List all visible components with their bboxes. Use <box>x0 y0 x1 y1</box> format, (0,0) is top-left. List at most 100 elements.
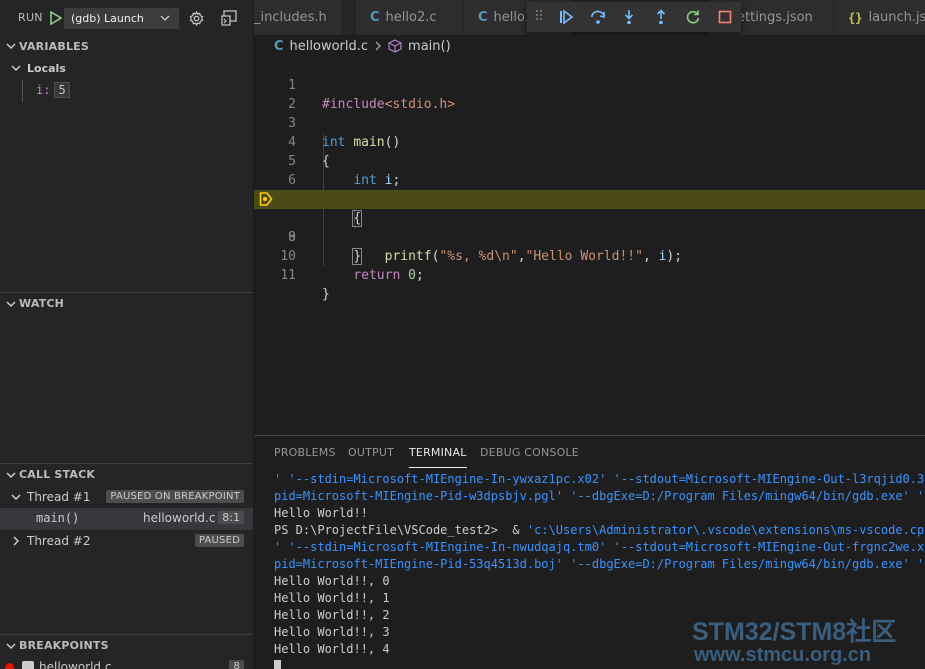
continue-button[interactable] <box>555 7 577 27</box>
breadcrumb-file[interactable]: helloworld.c <box>290 39 369 54</box>
breakpoint-checkbox[interactable] <box>22 661 34 669</box>
call-stack-section-header[interactable]: CALL STACK <box>0 463 253 485</box>
tab-problems[interactable]: PROBLEMS <box>274 446 336 468</box>
terminal-line: Hello World!!, 3 <box>274 625 390 639</box>
terminal-line: Hello World!! <box>274 506 368 520</box>
c-file-icon: C <box>370 10 380 25</box>
debug-toolbar <box>527 2 741 32</box>
breakpoint-line-badge: 8 <box>229 660 244 669</box>
current-execution-line[interactable]: 8 printf("%s, %d\n","Hello World!!", i); <box>254 190 925 264</box>
drag-grip-icon[interactable] <box>535 9 543 23</box>
breakpoints-section-header[interactable]: BREAKPOINTS <box>0 634 253 656</box>
watch-section-header[interactable]: WATCH <box>0 292 253 314</box>
code-line[interactable]: 3 int main() <box>254 95 925 150</box>
variable-name: i: <box>36 83 51 97</box>
tab-label: launch.json <box>868 10 925 25</box>
terminal-line: Hello World!!, 2 <box>274 608 390 622</box>
variables-section-header[interactable]: VARIABLES <box>0 35 253 57</box>
variable-value[interactable]: 5 <box>54 82 70 98</box>
run-toolbar: RUN (gdb) Launch <box>0 0 253 36</box>
code-line[interactable]: 6 for(i=0; i<10; i++) <box>254 152 925 207</box>
terminal-line: Hello World!!, 1 <box>274 591 390 605</box>
chevron-right-icon <box>375 41 381 51</box>
terminal-line: Hello World!!, 4 <box>274 642 390 656</box>
c-file-icon: C <box>478 10 488 25</box>
restart-button[interactable] <box>682 7 704 27</box>
step-out-icon <box>656 9 666 25</box>
call-stack-title: CALL STACK <box>19 468 96 481</box>
c-file-icon: C <box>274 38 284 54</box>
debug-console-icon <box>221 10 237 26</box>
code-line[interactable]: 7 { <box>254 171 925 227</box>
code-line[interactable]: 5 int i; <box>254 133 925 188</box>
tab-output[interactable]: OUTPUT <box>348 446 394 468</box>
scope-label: Locals <box>27 61 66 75</box>
code-line[interactable]: 9 } <box>254 209 925 265</box>
chevron-down-icon <box>11 65 21 72</box>
launch-config-label: (gdb) Launch <box>71 12 144 25</box>
thread-name: Thread #1 <box>27 490 91 504</box>
tab-includes-h[interactable]: _includes.h <box>254 0 342 35</box>
debug-sidebar: RUN (gdb) Launch VARIABLES Locals i: 5 W… <box>0 0 254 669</box>
code-text: return 0; <box>353 268 424 283</box>
code-line[interactable]: 2 <box>254 76 925 112</box>
tab-hello2-c[interactable]: C hello2.c <box>356 0 464 35</box>
thread-name: Thread #2 <box>27 534 91 548</box>
chevron-right-icon <box>13 536 20 546</box>
launch-config-select[interactable]: (gdb) Launch <box>64 8 179 29</box>
tab-label: hello2.c <box>385 10 437 25</box>
step-over-icon <box>591 10 605 24</box>
code-line[interactable]: 10 return 0; <box>254 228 925 283</box>
open-launch-json-button[interactable] <box>186 8 206 28</box>
code-editor[interactable]: 1 #include<stdio.h> 2 3 int main() 4 { 5… <box>254 57 925 435</box>
scope-locals[interactable]: Locals <box>0 57 253 79</box>
watch-title: WATCH <box>19 297 65 310</box>
tab-launch-json[interactable]: {} launch.json <box>834 0 925 35</box>
code-text: } <box>322 287 330 302</box>
terminal-line: PS D:\ProjectFile\VSCode_test2> & 'c:\Us… <box>274 523 925 537</box>
tab-label: _includes.h <box>254 10 327 25</box>
breakpoint-file: helloworld.c <box>39 660 112 669</box>
code-line[interactable]: 1 #include<stdio.h> <box>254 57 925 112</box>
play-icon <box>50 11 62 25</box>
run-label: RUN <box>18 11 43 24</box>
thread-row[interactable]: Thread #1 PAUSED ON BREAKPOINT <box>0 486 253 508</box>
line-number: 11 <box>280 268 296 283</box>
terminal-line: pid=Microsoft-MIEngine-Pid-53q4513d.boj'… <box>274 557 925 571</box>
variables-title: VARIABLES <box>19 39 89 53</box>
method-cube-icon <box>388 39 402 53</box>
variable-row[interactable]: i: 5 <box>0 79 253 101</box>
code-line[interactable]: 11 } <box>254 247 925 302</box>
breakpoint-row[interactable]: helloworld.c 8 <box>0 656 253 669</box>
start-debugging-button[interactable] <box>46 8 66 28</box>
chevron-down-icon <box>6 300 16 307</box>
stack-frame-row[interactable]: main() helloworld.c 8:1 <box>0 508 253 530</box>
thread-row[interactable]: Thread #2 PAUSED <box>0 530 253 552</box>
restart-icon <box>686 10 700 24</box>
chevron-down-icon <box>160 15 170 21</box>
terminal-line: pid=Microsoft-MIEngine-Pid-w3dpsbjv.pgl'… <box>274 489 925 503</box>
breadcrumb-symbol[interactable]: main() <box>408 39 451 54</box>
step-into-icon <box>624 10 634 25</box>
step-into-button[interactable] <box>618 7 640 27</box>
breadcrumb: C helloworld.c main() <box>254 35 925 57</box>
stop-button[interactable] <box>714 7 736 27</box>
thread-status-badge: PAUSED <box>194 534 244 547</box>
thread-status-badge: PAUSED ON BREAKPOINT <box>106 490 244 503</box>
breakpoint-dot-icon <box>5 662 14 669</box>
terminal-line: Hello World!!, 0 <box>274 574 390 588</box>
debug-console-button[interactable] <box>218 7 240 29</box>
stop-icon <box>718 10 732 24</box>
terminal-line: ' '--stdin=Microsoft-MIEngine-In-ywxaz1p… <box>274 472 925 486</box>
step-out-button[interactable] <box>650 7 672 27</box>
code-line[interactable]: 4 { <box>254 114 925 169</box>
step-over-button[interactable] <box>587 7 609 27</box>
tab-label: ettings.json <box>737 10 813 25</box>
terminal-line: ' '--stdin=Microsoft-MIEngine-In-nwudqaj… <box>274 540 925 554</box>
tab-debug-console[interactable]: DEBUG CONSOLE <box>480 446 579 468</box>
tab-terminal[interactable]: TERMINAL <box>409 446 467 468</box>
chevron-down-icon <box>6 471 16 478</box>
frame-file: helloworld.c <box>143 511 216 525</box>
terminal-cursor <box>274 660 281 669</box>
chevron-down-icon <box>6 43 16 50</box>
